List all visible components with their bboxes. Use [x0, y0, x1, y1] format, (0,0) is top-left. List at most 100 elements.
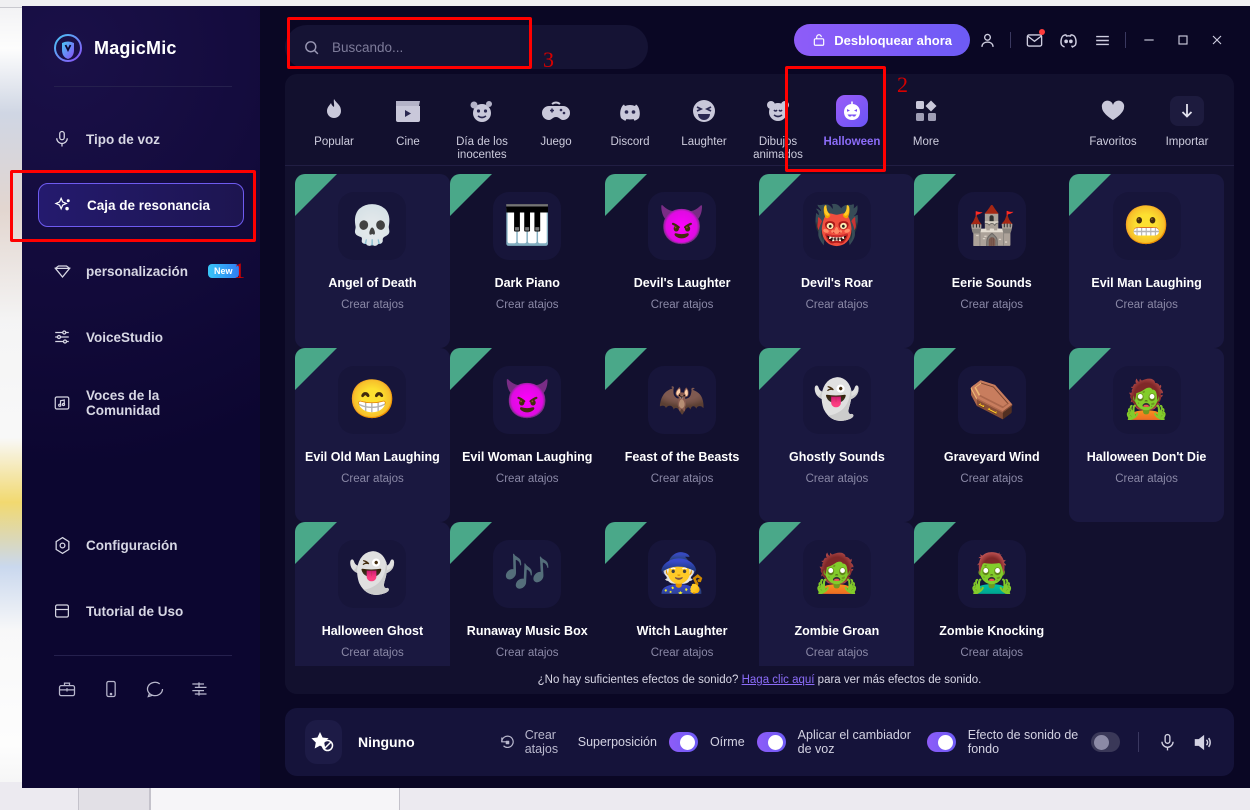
microphone-icon[interactable] — [1156, 729, 1179, 755]
sound-card-shortcut[interactable]: Crear atajos — [651, 647, 714, 659]
sound-card[interactable]: Free 😈 Evil Woman Laughing Crear atajos — [449, 348, 605, 522]
sound-card-shortcut[interactable]: Crear atajos — [341, 647, 404, 659]
sidebar-item-voicestudio[interactable]: VoiceStudio — [38, 315, 244, 359]
sound-card-shortcut[interactable]: Crear atajos — [496, 647, 559, 659]
sound-card[interactable]: Free 😈 Devil's Laughter Crear atajos — [604, 174, 760, 348]
tab-dia-de-los-inocentes[interactable]: Día de los inocentes — [445, 88, 519, 162]
sound-card[interactable]: Free 🧙 Witch Laughter Crear atajos — [604, 522, 760, 666]
maximize-icon[interactable] — [1166, 25, 1200, 55]
clown-icon — [468, 94, 496, 128]
tab-favoritos[interactable]: Favoritos — [1076, 88, 1150, 149]
sound-card[interactable]: Free 👻 Ghostly Sounds Crear atajos — [759, 348, 915, 522]
sound-card[interactable]: Free 🧟 Halloween Don't Die Crear atajos — [1069, 348, 1224, 522]
sidebar-item-tutorial-de-uso[interactable]: Tutorial de Uso — [38, 589, 244, 633]
toggle-oirme[interactable] — [756, 732, 786, 752]
sound-card-shortcut[interactable]: Crear atajos — [960, 473, 1023, 485]
clapperboard-icon — [394, 94, 422, 128]
search-box[interactable] — [285, 25, 648, 69]
free-badge: Free — [1069, 348, 1112, 390]
content-panel: Popular Cine Día de los inocentes Juego … — [285, 74, 1234, 694]
sidebar-item-voces-de-la-comunidad[interactable]: Voces de la Comunidad — [38, 381, 244, 425]
mobile-phone-icon[interactable] — [100, 678, 122, 700]
discord-icon[interactable] — [1051, 25, 1085, 55]
sound-card-shortcut[interactable]: Crear atajos — [341, 473, 404, 485]
sound-card-shortcut[interactable]: Crear atajos — [806, 473, 869, 485]
free-badge: Free — [1069, 174, 1112, 216]
tab-halloween[interactable]: Halloween — [815, 88, 889, 149]
free-badge: Free — [295, 522, 337, 564]
tab-juego[interactable]: Juego — [519, 88, 593, 149]
more-sound-effects-link[interactable]: Haga clic aquí — [742, 674, 815, 686]
sound-card[interactable]: Free 👹 Devil's Roar Crear atajos — [759, 174, 915, 348]
sound-thumbnail-icon: 😬 — [1112, 192, 1181, 260]
sound-card-shortcut[interactable]: Crear atajos — [1115, 473, 1178, 485]
sidebar-item-personalizacion[interactable]: personalización New — [38, 249, 244, 293]
free-badge: Free — [759, 522, 802, 564]
toggle-label-aplicar-cambiador: Aplicar el cambiador de voz — [797, 728, 911, 756]
sound-card[interactable]: Free 🏰 Eerie Sounds Crear atajos — [914, 174, 1069, 348]
sound-card[interactable]: Free 🧟 Zombie Groan Crear atajos — [759, 522, 915, 666]
sound-card[interactable]: Free 😬 Evil Man Laughing Crear atajos — [1069, 174, 1224, 348]
sound-card-title: Zombie Knocking — [939, 624, 1045, 638]
mail-envelope-icon[interactable] — [1017, 25, 1051, 55]
gamepad-icon — [541, 94, 571, 128]
sound-card-shortcut[interactable]: Crear atajos — [496, 473, 559, 485]
sound-card-shortcut[interactable]: Crear atajos — [806, 647, 869, 659]
sound-card-shortcut[interactable]: Crear atajos — [960, 647, 1023, 659]
sound-card[interactable]: Free 🦇 Feast of the Beasts Crear atajos — [604, 348, 760, 522]
toggle-aplicar-cambiador-de-voz[interactable] — [926, 732, 956, 752]
tab-popular[interactable]: Popular — [297, 88, 371, 149]
sound-card[interactable]: Free 🎶 Runaway Music Box Crear atajos — [449, 522, 605, 666]
sound-card[interactable]: Free ⚰️ Graveyard Wind Crear atajos — [914, 348, 1069, 522]
sidebar-nav: Tipo de voz Caja de resonancia personali… — [22, 117, 260, 425]
tab-importar[interactable]: Importar — [1150, 88, 1224, 149]
sound-card-shortcut[interactable]: Crear atajos — [341, 299, 404, 311]
tab-discord[interactable]: Discord — [593, 88, 667, 149]
minimize-icon[interactable] — [1132, 25, 1166, 55]
account-person-icon[interactable] — [970, 25, 1004, 55]
sidebar-item-tipo-de-voz[interactable]: Tipo de voz — [38, 117, 244, 161]
create-shortcut-button[interactable]: Crear atajos — [499, 728, 578, 756]
chat-bubble-icon[interactable] — [144, 678, 166, 700]
annotation-number-1: 1 — [234, 258, 245, 283]
sound-card-shortcut[interactable]: Crear atajos — [651, 473, 714, 485]
sound-card-shortcut[interactable]: Crear atajos — [496, 299, 559, 311]
music-folder-icon — [52, 393, 72, 413]
sidebar-item-label: Voces de la Comunidad — [86, 388, 161, 418]
unlock-padlock-icon — [812, 33, 826, 47]
toggle-superposicion[interactable] — [668, 732, 698, 752]
sound-card-shortcut[interactable]: Crear atajos — [651, 299, 714, 311]
sound-card-shortcut[interactable]: Crear atajos — [806, 299, 869, 311]
tab-cine[interactable]: Cine — [371, 88, 445, 149]
sound-grid-scroll[interactable]: Free 💀 Angel of Death Crear atajos Free 🎹 Dark… — [285, 166, 1234, 666]
sidebar-bottom-nav: Configuración Tutorial de Uso — [22, 523, 260, 700]
toggle-efecto-de-sonido-de-fondo[interactable] — [1090, 732, 1120, 752]
annotation-number-3: 3 — [543, 47, 554, 72]
sound-card[interactable]: Free 👻 Halloween Ghost Crear atajos — [295, 522, 450, 666]
magicmic-logo-icon — [54, 34, 82, 62]
sidebar-item-caja-de-resonancia[interactable]: Caja de resonancia — [38, 183, 244, 227]
sound-card-shortcut[interactable]: Crear atajos — [960, 299, 1023, 311]
free-badge: Free — [914, 522, 957, 564]
sound-card-shortcut[interactable]: Crear atajos — [1115, 299, 1178, 311]
tab-laughter[interactable]: Laughter — [667, 88, 741, 149]
sound-card[interactable]: Free 😁 Evil Old Man Laughing Crear atajos — [295, 348, 450, 522]
sound-card-title: Evil Man Laughing — [1091, 276, 1202, 290]
sound-card[interactable]: Free 🧟‍♂️ Zombie Knocking Crear atajos — [914, 522, 1069, 666]
toolbox-icon[interactable] — [56, 678, 78, 700]
feedback-lines-icon[interactable] — [188, 678, 210, 700]
close-icon[interactable] — [1200, 25, 1234, 55]
hamburger-menu-icon[interactable] — [1085, 25, 1119, 55]
sound-card[interactable]: Free 🎹 Dark Piano Crear atajos — [449, 174, 605, 348]
tab-label: Favoritos — [1089, 136, 1137, 148]
unlock-now-button[interactable]: Desbloquear ahora — [794, 24, 970, 56]
search-input[interactable] — [332, 39, 630, 55]
speaker-volume-icon[interactable] — [1191, 729, 1214, 755]
sound-card[interactable]: Free 💀 Angel of Death Crear atajos — [295, 174, 450, 348]
footer-text-before: ¿No hay suficientes efectos de sonido? — [537, 674, 739, 686]
toggle-label-oirme: Oírme — [709, 735, 745, 749]
sidebar-item-configuracion[interactable]: Configuración — [38, 523, 244, 567]
search-icon — [303, 39, 320, 56]
sound-thumbnail-icon: 😈 — [648, 192, 717, 260]
tab-dibujos-animados[interactable]: Dibujos animados — [741, 88, 815, 162]
